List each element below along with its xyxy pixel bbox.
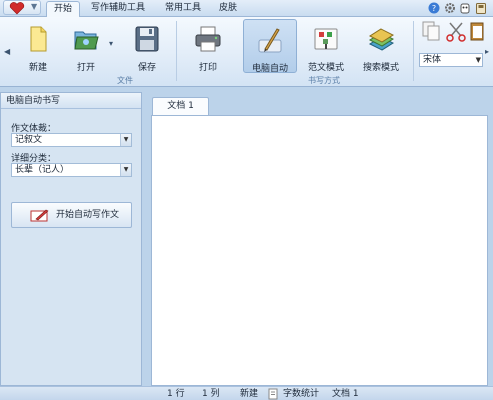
status-mode: 新建 [240,389,259,399]
sample-mode-button[interactable]: 范文模式 [302,19,350,73]
document-editor[interactable] [151,115,488,386]
new-file-icon [30,26,47,52]
search-mode-button[interactable]: 搜索模式 [357,19,405,73]
ribbon-divider [413,21,414,81]
pen-writing-icon [258,28,282,53]
chevron-down-icon: ▼ [120,164,131,176]
new-button[interactable]: 新建 [20,19,56,73]
status-row: 1 行 [167,389,185,399]
open-button[interactable]: 打开 [66,19,106,73]
auto-write-panel: 电脑自动书写 作文体裁： 记叙文 ▼ 详细分类： 长辈（记人） ▼ 开始自动写作… [0,92,142,386]
status-bar: 1 行 1 列 新建 字数统计 文档 1 [0,386,493,400]
printer-icon [195,26,221,52]
tab-writing-tools[interactable]: 写作辅助工具 [83,1,153,17]
books-icon [368,28,395,51]
pen-pad-icon [30,209,49,222]
menu-bar: ▼ 开始 写作辅助工具 常用工具 皮肤 ? [0,0,493,18]
chevron-down-icon: ▼ [475,56,481,64]
start-auto-write-label: 开始自动写作文 [56,210,120,220]
new-label: 新建 [28,63,47,73]
floppy-disk-icon [135,26,159,52]
paste-icon[interactable] [470,20,484,42]
save-button[interactable]: 保存 [127,19,167,73]
chevron-down-icon: ▼ [120,134,131,146]
font-family-select[interactable]: 宋体 ▼ [419,53,483,67]
auto-write-button[interactable]: 电脑自动 [243,19,297,74]
open-label: 打开 [76,63,95,73]
panel-title: 电脑自动书写 [1,93,141,109]
ribbon: ◀ 新建 打开 ▾ 保存 文件 打印 电脑自动 范文模式 搜索模式 书写方式 宋… [0,17,493,87]
document-tab[interactable]: 文档 1 [152,97,209,115]
ribbon-scroll-left-icon[interactable]: ◀ [4,47,10,56]
auto-write-label: 电脑自动 [251,64,288,74]
genre-value: 记叙文 [15,135,43,145]
chevron-down-icon: ▼ [31,2,38,11]
status-wordcount[interactable]: 字数统计 [283,388,319,400]
app-menu-button[interactable]: ▼ [3,0,41,15]
open-folder-icon [74,31,99,50]
ribbon-scroll-right-icon[interactable]: ▸ [485,47,489,56]
font-family-value: 宋体 [423,55,442,65]
svg-text:?: ? [432,4,436,13]
user-icon[interactable] [475,2,487,14]
tab-start[interactable]: 开始 [46,1,80,18]
skin-icon[interactable] [459,2,471,14]
heart-icon [9,2,25,15]
status-document: 文档 1 [332,389,359,399]
copy-icon[interactable] [421,20,441,42]
ribbon-divider [176,21,177,81]
print-button[interactable]: 打印 [186,19,230,73]
tab-common-tools[interactable]: 常用工具 [158,1,208,17]
category-value: 长辈（记人） [15,165,70,175]
category-select[interactable]: 长辈（记人） ▼ [11,163,132,177]
tab-skin[interactable]: 皮肤 [212,1,244,17]
genre-select[interactable]: 记叙文 ▼ [11,133,132,147]
help-icon[interactable]: ? [428,2,440,14]
save-label: 保存 [137,63,156,73]
status-col: 1 列 [202,389,220,399]
settings-icon[interactable] [444,2,456,14]
scissors-icon[interactable] [446,20,466,42]
wordcount-icon [268,388,278,400]
sample-mode-label: 范文模式 [307,63,344,73]
group-file-label: 文件 [117,76,133,85]
search-mode-label: 搜索模式 [362,63,399,73]
sample-grid-icon [314,28,338,50]
start-auto-write-button[interactable]: 开始自动写作文 [11,202,132,228]
group-write-label: 书写方式 [308,76,340,85]
open-dropdown-icon[interactable]: ▾ [109,39,113,48]
print-label: 打印 [198,63,217,73]
